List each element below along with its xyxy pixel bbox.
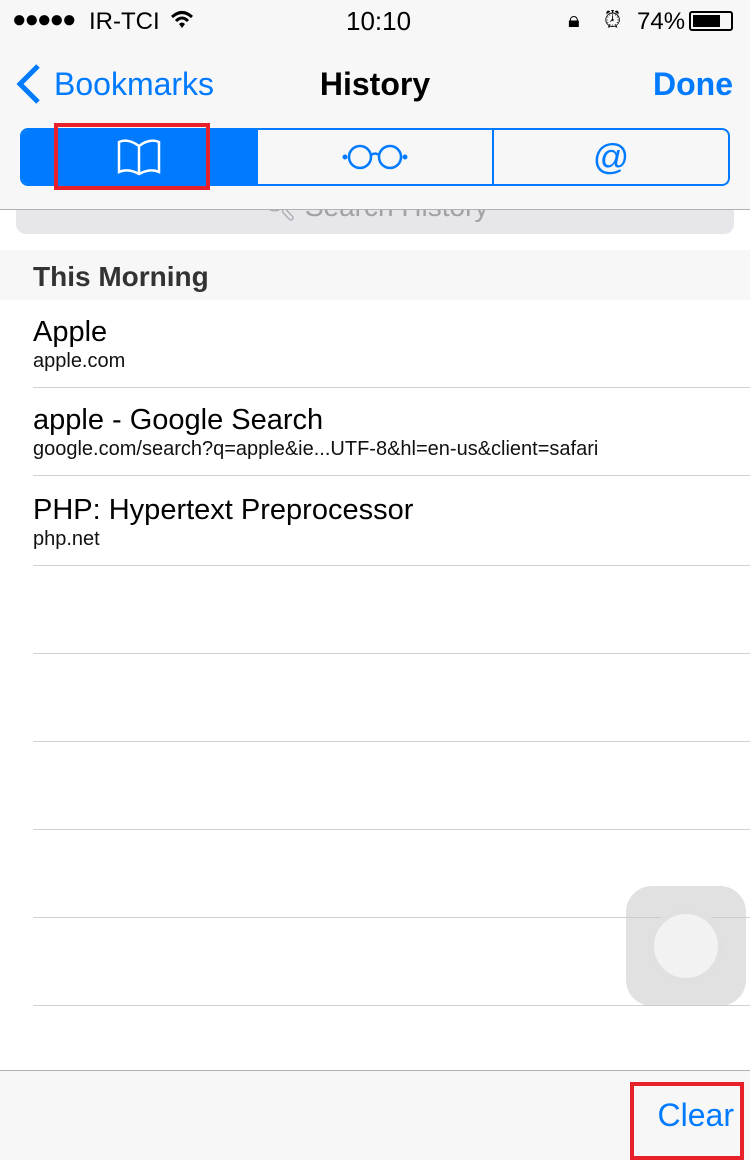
item-title: Apple xyxy=(33,316,108,348)
empty-row xyxy=(33,566,750,654)
assistive-touch-button[interactable] xyxy=(626,886,746,1006)
status-bar: ●●●●● IR-TCI 10:10 🔒︎ ⏰︎ 74% xyxy=(0,0,750,40)
wifi-icon xyxy=(170,11,194,28)
rotation-lock-icon: 🔒︎ xyxy=(568,7,580,32)
history-item[interactable]: PHP: Hypertext Preprocessor php.net xyxy=(33,478,750,566)
toolbar: Clear xyxy=(0,1070,750,1160)
empty-row xyxy=(33,742,750,830)
highlight-box xyxy=(630,1082,744,1160)
clock: 10:10 xyxy=(346,6,412,36)
item-url: php.net xyxy=(33,528,100,550)
glasses-icon xyxy=(342,144,408,170)
history-item[interactable]: apple - Google Search google.com/search?q… xyxy=(33,388,750,476)
page-title: History xyxy=(319,66,431,102)
at-icon: @ xyxy=(592,136,630,177)
battery-percent: 74% xyxy=(637,8,686,35)
item-url: google.com/search?q=apple&ie...UTF-8&hl=… xyxy=(33,438,599,460)
alarm-icon: ⏰︎ xyxy=(604,7,622,32)
section-header: This Morning xyxy=(0,250,750,300)
done-button[interactable]: Done xyxy=(653,66,733,103)
battery-icon xyxy=(689,11,733,31)
item-url: apple.com xyxy=(33,350,126,372)
navigation-bar: ●●●●● IR-TCI 10:10 🔒︎ ⏰︎ 74% Bookmarks H… xyxy=(0,0,750,210)
item-title: apple - Google Search xyxy=(33,404,324,436)
assistive-touch-icon xyxy=(648,908,724,984)
empty-row xyxy=(33,654,750,742)
carrier: IR-TCI xyxy=(89,8,160,35)
signal-icon: ●●●●● xyxy=(12,6,77,33)
tab-shared-links[interactable]: @ xyxy=(492,130,728,184)
history-item[interactable]: Apple apple.com xyxy=(33,300,750,388)
item-title: PHP: Hypertext Preprocessor xyxy=(33,494,414,526)
tab-reading-list[interactable] xyxy=(256,130,492,184)
highlight-box xyxy=(54,123,210,190)
